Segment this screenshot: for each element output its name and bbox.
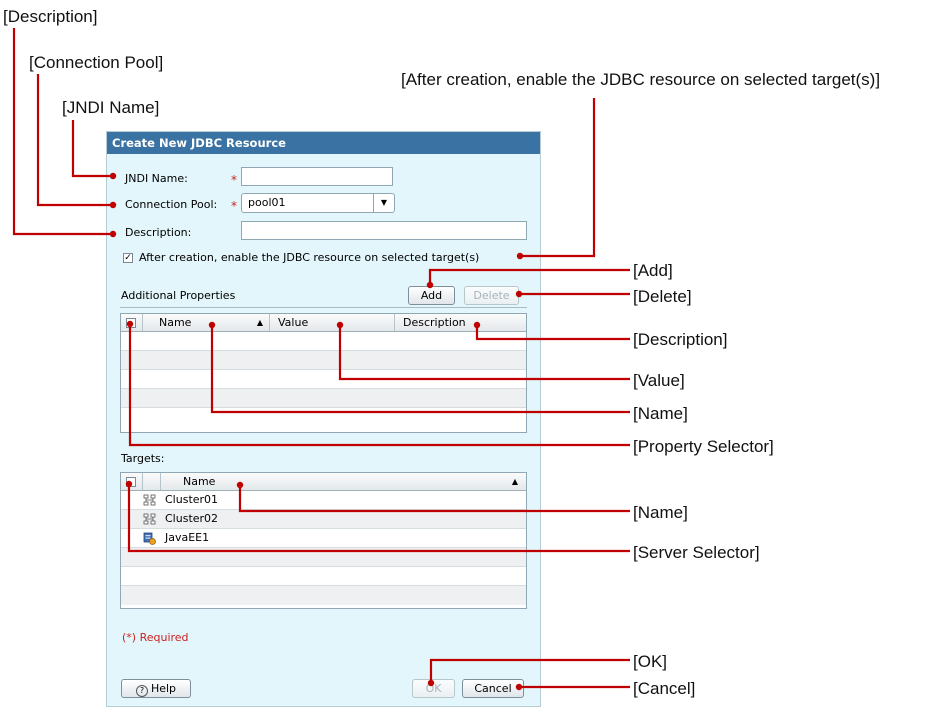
callout-ok: [OK] [633, 652, 668, 671]
delete-property-button[interactable]: Delete [464, 286, 519, 305]
enable-on-targets-checkbox[interactable]: ✓ [123, 253, 133, 263]
connection-pool-select[interactable]: pool01 ▼ [241, 193, 395, 213]
sort-ascending-icon: ▲ [256, 318, 263, 327]
table-row [121, 370, 526, 389]
properties-divider [120, 307, 527, 308]
target-name-cell: Cluster01 [165, 493, 219, 506]
callout-server-selector: [Server Selector] [633, 543, 760, 562]
jndi-name-input[interactable] [241, 167, 393, 186]
callout-delete: [Delete] [633, 287, 692, 306]
property-name-column-header[interactable]: Name ▲ [143, 314, 270, 331]
callout-value: [Value] [633, 371, 685, 390]
description-input[interactable] [241, 221, 527, 240]
callout-description: [Description] [3, 7, 98, 26]
table-row[interactable]: Cluster02 [121, 510, 526, 529]
additional-properties-table: Name ▲ Value Description [120, 313, 527, 433]
sort-ascending-icon: ▲ [511, 477, 518, 486]
targets-table-header: Name ▲ [121, 473, 526, 491]
table-row [121, 351, 526, 370]
jndi-name-label: JNDI Name: [125, 172, 188, 185]
help-button[interactable]: ? Help [121, 679, 191, 698]
table-row [121, 332, 526, 351]
table-row [121, 586, 526, 605]
target-name-column-label: Name [183, 475, 216, 488]
callout-jndi-name: [JNDI Name] [62, 98, 160, 117]
table-row [121, 389, 526, 408]
leader-connection-pool [36, 74, 113, 207]
property-description-column-header[interactable]: Description [395, 314, 526, 331]
property-selector-checkbox[interactable] [126, 318, 136, 328]
jndi-required-mark: * [231, 173, 237, 187]
callout-target-name: [Name] [633, 503, 688, 522]
property-select-all-cell [121, 314, 143, 331]
callout-name: [Name] [633, 404, 688, 423]
table-row [121, 567, 526, 586]
property-name-column-label: Name [159, 316, 192, 329]
table-row[interactable]: Cluster01 [121, 491, 526, 510]
connection-pool-label: Connection Pool: [125, 198, 218, 211]
server-selector-checkbox[interactable] [126, 477, 136, 487]
server-icon [143, 532, 156, 545]
table-row[interactable]: JavaEE1 [121, 529, 526, 548]
callout-column-description: [Description] [633, 330, 728, 349]
help-button-label: Help [150, 682, 177, 695]
additional-properties-heading: Additional Properties [121, 289, 236, 302]
connection-pool-value: pool01 [248, 196, 286, 209]
enable-on-targets-label: After creation, enable the JDBC resource… [139, 251, 480, 264]
add-property-button[interactable]: Add [408, 286, 455, 305]
target-select-all-cell [121, 473, 143, 490]
target-spacer-cell [143, 473, 161, 490]
chevron-down-icon[interactable]: ▼ [373, 194, 394, 212]
targets-table: Name ▲ Cluster01 Cluster02 JavaEE1 [120, 472, 527, 609]
callout-after-creation: [After creation, enable the JDBC resourc… [401, 70, 881, 89]
dialog-title: Create New JDBC Resource [107, 132, 540, 154]
cancel-button[interactable]: Cancel [462, 679, 524, 698]
callout-connection-pool: [Connection Pool] [29, 53, 164, 72]
table-row [121, 408, 526, 427]
description-label: Description: [125, 226, 192, 239]
targets-heading: Targets: [121, 452, 165, 465]
pool-required-mark: * [231, 199, 237, 213]
ok-button[interactable]: OK [412, 679, 455, 698]
callout-property-selector: [Property Selector] [633, 437, 774, 456]
callout-add: [Add] [633, 261, 673, 280]
table-row [121, 548, 526, 567]
required-note: (*) Required [122, 631, 189, 644]
cluster-icon [143, 513, 156, 525]
create-jdbc-resource-dialog: Create New JDBC Resource JNDI Name: * Co… [106, 131, 541, 707]
properties-table-header: Name ▲ Value Description [121, 314, 526, 332]
property-value-column-header[interactable]: Value [270, 314, 395, 331]
target-name-cell: JavaEE1 [165, 531, 210, 544]
help-icon: ? [135, 685, 148, 697]
target-name-cell: Cluster02 [165, 512, 219, 525]
target-name-column-header[interactable]: Name ▲ [161, 473, 526, 490]
cluster-icon [143, 494, 156, 506]
callout-cancel: [Cancel] [633, 679, 696, 698]
